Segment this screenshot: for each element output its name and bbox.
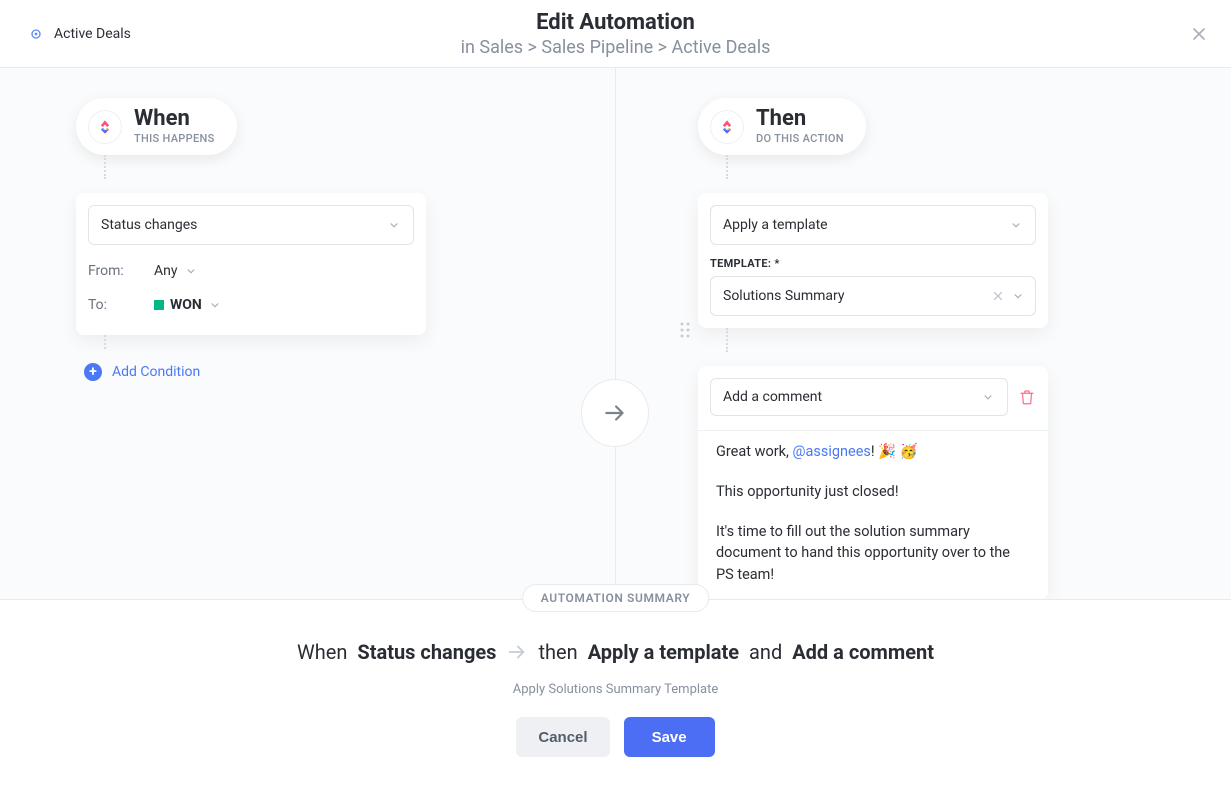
then-subtitle: DO THIS ACTION: [756, 132, 844, 145]
clear-icon[interactable]: [991, 289, 1005, 303]
action-value: Add a comment: [723, 389, 822, 405]
comment-body[interactable]: Great work, @assignees! 🎉 🥳 This opportu…: [710, 431, 1036, 586]
connector-line: [698, 155, 1048, 179]
chevron-down-icon: [981, 390, 995, 404]
add-condition-button[interactable]: + Add Condition: [84, 363, 426, 381]
summary-label-pill: AUTOMATION SUMMARY: [522, 584, 710, 612]
connector-line: [76, 155, 426, 179]
close-button[interactable]: [1187, 22, 1211, 46]
scope-indicator: Active Deals: [28, 26, 131, 42]
summary-subtext: Apply Solutions Summary Template: [0, 682, 1231, 697]
then-column: Then DO THIS ACTION Apply a template TEM…: [698, 98, 1048, 600]
action-select[interactable]: Apply a template: [710, 205, 1036, 245]
scope-label: Active Deals: [54, 26, 131, 42]
trigger-card: Status changes From: Any To: WON: [76, 193, 426, 335]
action-value: Apply a template: [723, 217, 828, 233]
chevron-down-icon: [387, 218, 401, 232]
arrow-right-icon: [602, 400, 628, 426]
clickup-logo-icon: [717, 117, 737, 137]
breadcrumb: in Sales > Sales Pipeline > Active Deals: [0, 37, 1231, 58]
chevron-down-icon: [208, 298, 222, 312]
chevron-down-icon: [1009, 218, 1023, 232]
template-select[interactable]: Solutions Summary: [710, 276, 1036, 316]
target-icon: [28, 26, 44, 42]
footer-buttons: Cancel Save: [0, 717, 1231, 757]
action-card-template: Apply a template TEMPLATE: * Solutions S…: [698, 193, 1048, 328]
flow-arrow-circle: [581, 379, 649, 447]
comment-line: Great work, @assignees! 🎉 🥳: [716, 441, 1030, 463]
app-logo: [710, 110, 744, 144]
to-row: To: WON: [88, 297, 414, 313]
trigger-value: Status changes: [101, 217, 197, 233]
plus-circle-icon: +: [84, 363, 102, 381]
modal-header: Active Deals Edit Automation in Sales > …: [0, 0, 1231, 68]
connector-line: [76, 335, 426, 349]
save-button[interactable]: Save: [624, 717, 715, 757]
summary-sentence: When Status changes then Apply a templat…: [0, 640, 1231, 664]
when-header-pill: When THIS HAPPENS: [76, 98, 237, 155]
trigger-select[interactable]: Status changes: [88, 205, 414, 245]
automation-summary: AUTOMATION SUMMARY When Status changes t…: [0, 600, 1231, 757]
comment-line: This opportunity just closed!: [716, 481, 1030, 503]
center-divider: [615, 68, 616, 599]
chevron-down-icon: [184, 264, 198, 278]
modal-title: Edit Automation: [0, 10, 1231, 35]
when-column: When THIS HAPPENS Status changes From: A…: [76, 98, 426, 381]
action-card-comment: Add a comment Great work, @assignees! 🎉 …: [698, 366, 1048, 600]
then-header-pill: Then DO THIS ACTION: [698, 98, 866, 155]
then-title: Then: [756, 108, 844, 130]
action-select[interactable]: Add a comment: [710, 378, 1008, 416]
chevron-down-icon: [1011, 289, 1025, 303]
to-value-picker[interactable]: WON: [154, 297, 222, 313]
clickup-logo-icon: [95, 117, 115, 137]
arrow-right-icon: [506, 641, 528, 663]
comment-line: It's time to fill out the solution summa…: [716, 521, 1030, 586]
mention: @assignees: [792, 443, 870, 460]
drag-handle-icon[interactable]: [680, 322, 690, 338]
when-title: When: [134, 108, 215, 130]
delete-action-button[interactable]: [1018, 388, 1036, 406]
connector-line: [698, 328, 1048, 352]
close-icon: [1189, 24, 1209, 44]
when-subtitle: THIS HAPPENS: [134, 132, 215, 145]
from-value-picker[interactable]: Any: [154, 263, 198, 279]
automation-canvas: When THIS HAPPENS Status changes From: A…: [0, 68, 1231, 600]
from-label: From:: [88, 263, 154, 279]
to-label: To:: [88, 297, 154, 313]
from-row: From: Any: [88, 263, 414, 279]
template-field-label: TEMPLATE: *: [710, 257, 1036, 270]
status-color-swatch: [154, 300, 164, 310]
cancel-button[interactable]: Cancel: [516, 717, 609, 757]
template-value: Solutions Summary: [723, 288, 991, 304]
app-logo: [88, 110, 122, 144]
